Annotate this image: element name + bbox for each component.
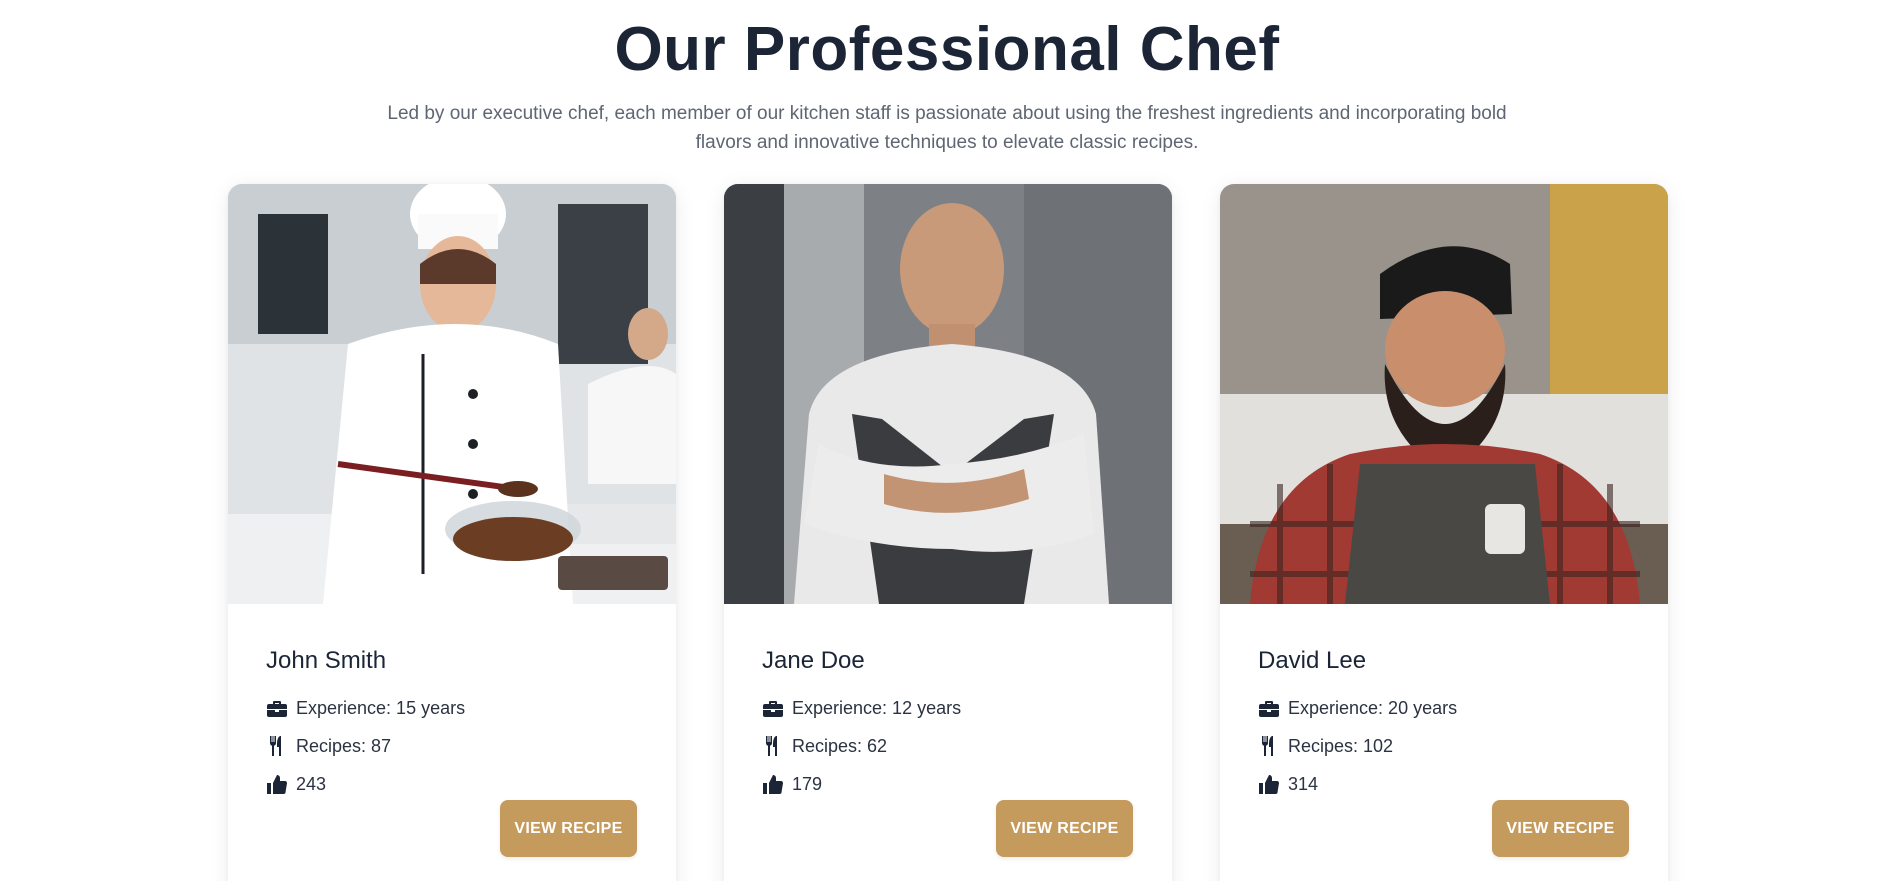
recipes-text: Recipes: 102 bbox=[1288, 735, 1394, 756]
briefcase-icon bbox=[266, 698, 288, 718]
thumbs-up-icon bbox=[762, 774, 784, 794]
chef-info: David Lee Experience: 20 years Recipes: … bbox=[1258, 647, 1630, 803]
chef-photo bbox=[228, 184, 676, 604]
thumbs-up-icon bbox=[266, 774, 288, 794]
section-title: Our Professional Chef bbox=[614, 15, 1280, 84]
chef-recipes: Recipes: 62 bbox=[762, 727, 1134, 765]
utensils-icon bbox=[266, 736, 288, 756]
section-subtitle: Led by our executive chef, each member o… bbox=[387, 103, 1507, 153]
experience-text: Experience: 15 years bbox=[296, 697, 466, 718]
utensils-icon bbox=[1258, 736, 1280, 756]
likes-count: 179 bbox=[792, 773, 823, 794]
view-recipe-button[interactable]: VIEW RECIPE bbox=[500, 800, 637, 857]
thumbs-up-icon bbox=[1258, 774, 1280, 794]
experience-text: Experience: 20 years bbox=[1288, 697, 1458, 718]
chef-recipes: Recipes: 87 bbox=[266, 727, 638, 765]
chef-likes: 243 bbox=[266, 765, 638, 803]
chef-card: David Lee Experience: 20 years Recipes: … bbox=[1220, 184, 1668, 881]
view-recipe-button[interactable]: VIEW RECIPE bbox=[1492, 800, 1629, 857]
chef-experience: Experience: 20 years bbox=[1258, 689, 1630, 727]
chef-likes: 179 bbox=[762, 765, 1134, 803]
briefcase-icon bbox=[762, 698, 784, 718]
chef-experience: Experience: 15 years bbox=[266, 689, 638, 727]
chef-card: Jane Doe Experience: 12 years Recipes: 6… bbox=[724, 184, 1172, 881]
chef-card: John Smith Experience: 15 years Recipes:… bbox=[228, 184, 676, 881]
chef-cards: John Smith Experience: 15 years Recipes:… bbox=[228, 184, 1668, 881]
chef-name: Jane Doe bbox=[762, 647, 865, 674]
chef-info: Jane Doe Experience: 12 years Recipes: 6… bbox=[762, 647, 1134, 803]
recipes-text: Recipes: 87 bbox=[296, 735, 392, 756]
chef-photo bbox=[1220, 184, 1668, 604]
likes-count: 243 bbox=[296, 773, 327, 794]
chef-name: John Smith bbox=[266, 647, 387, 674]
likes-count: 314 bbox=[1288, 773, 1319, 794]
chef-photo bbox=[724, 184, 1172, 604]
chef-info: John Smith Experience: 15 years Recipes:… bbox=[266, 647, 638, 803]
utensils-icon bbox=[762, 736, 784, 756]
chef-likes: 314 bbox=[1258, 765, 1630, 803]
briefcase-icon bbox=[1258, 698, 1280, 718]
chef-experience: Experience: 12 years bbox=[762, 689, 1134, 727]
experience-text: Experience: 12 years bbox=[792, 697, 962, 718]
view-recipe-button[interactable]: VIEW RECIPE bbox=[996, 800, 1133, 857]
chef-recipes: Recipes: 102 bbox=[1258, 727, 1630, 765]
chef-name: David Lee bbox=[1258, 647, 1367, 674]
chefs-section: Our Professional Chef Led by our executi… bbox=[0, 0, 1894, 881]
recipes-text: Recipes: 62 bbox=[792, 735, 888, 756]
